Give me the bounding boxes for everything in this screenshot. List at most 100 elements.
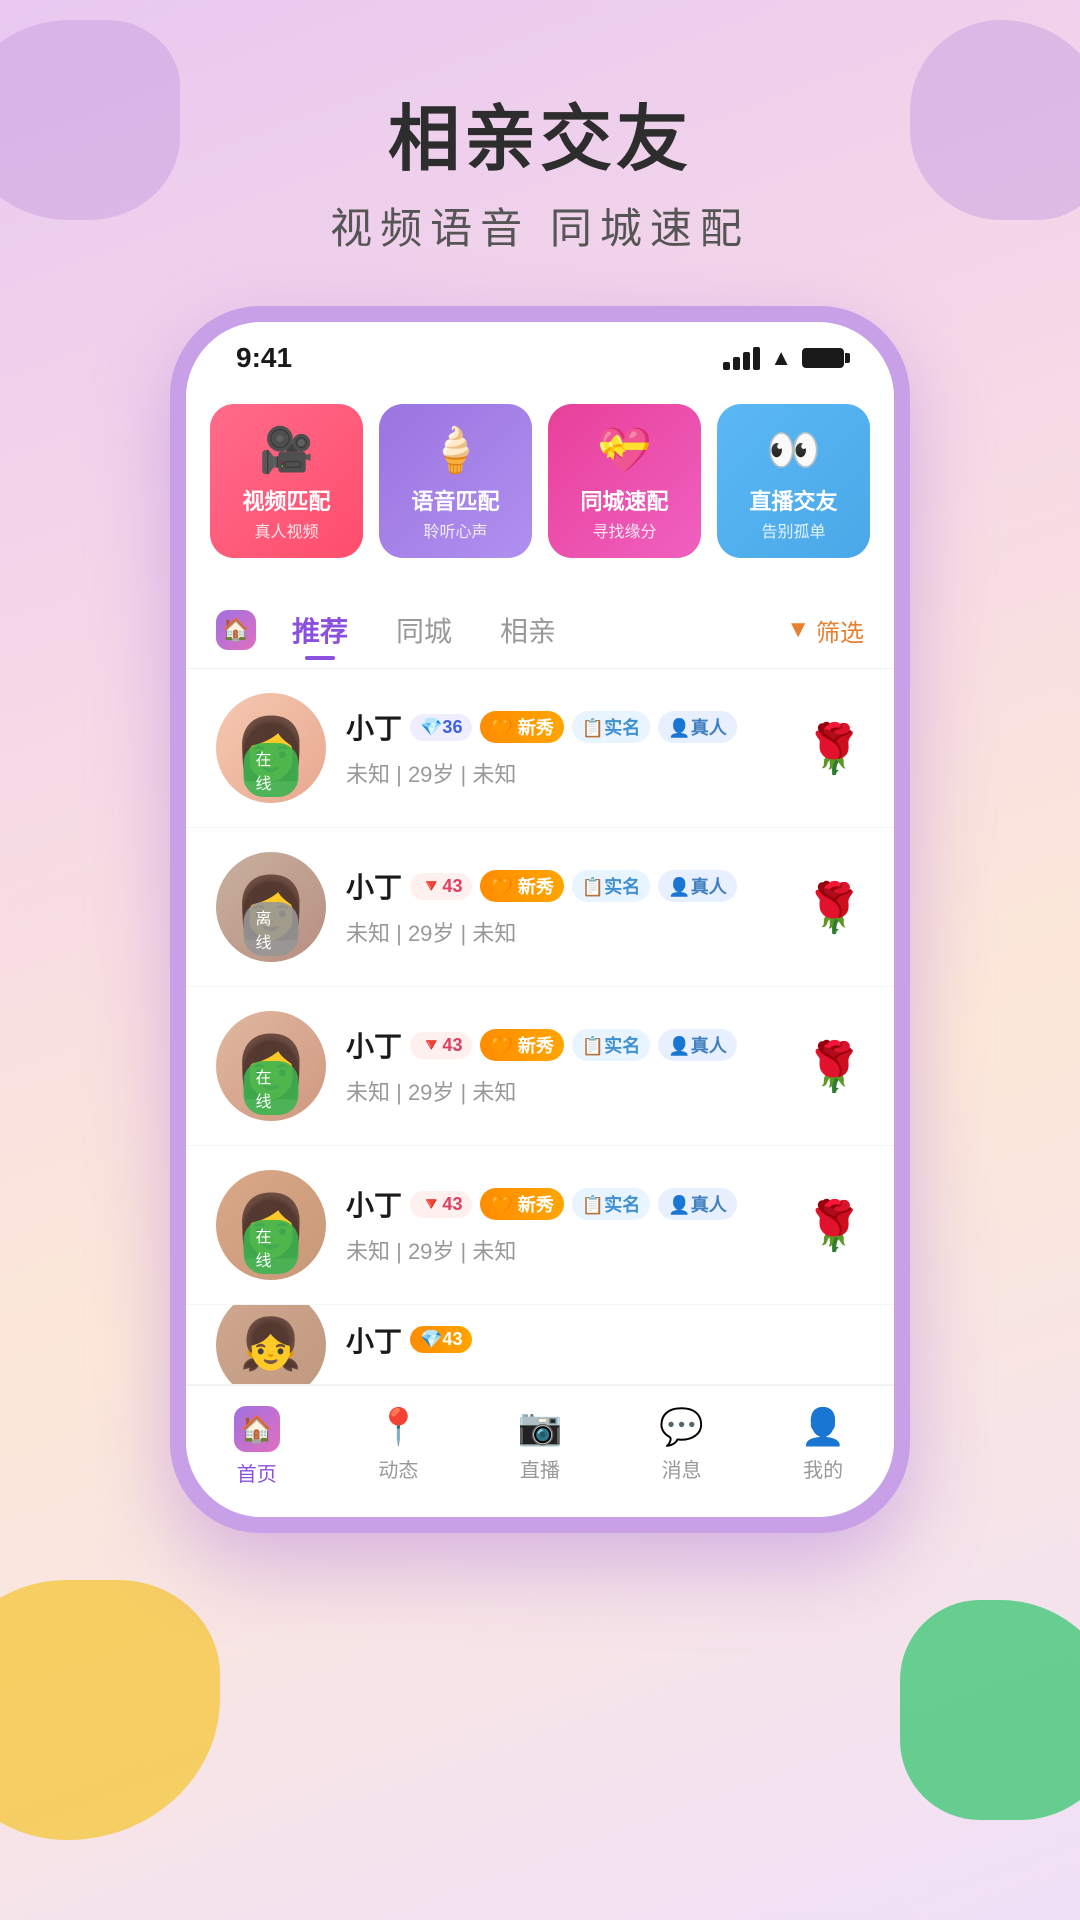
badge-diamond-4: 💎43 [410,1326,472,1353]
tab-matchmaking[interactable]: 相亲 [476,602,580,658]
feature-icon-local: 💝 [597,424,652,476]
nav-label-1: 动态 [378,1454,418,1483]
feature-card-voice[interactable]: 🍦 语音匹配 聆听心声 [379,404,532,558]
feature-title-voice: 语音匹配 [411,484,499,516]
avatar-wrap-2: 👩 在线 [216,1011,326,1121]
phone-inner: 9:41 ▲ 🎥 视频匹配 真人视频 🍦 [186,322,894,1517]
feature-grid: 🎥 视频匹配 真人视频 🍦 语音匹配 聆听心声 💝 同城速配 寻找缘分 👀 直播… [186,384,894,582]
app-content: 🎥 视频匹配 真人视频 🍦 语音匹配 聆听心声 💝 同城速配 寻找缘分 👀 直播… [186,384,894,1517]
status-dot-1: 离线 [244,902,299,956]
nav-label-4: 我的 [803,1454,843,1483]
filter-label: 筛选 [816,613,864,648]
filter-button[interactable]: ▼ 筛选 [786,613,864,648]
user-info-0: 小丁 💎36 🧡 新秀 📋实名 👤真人 未知 | 29岁 | 未知 [326,707,804,789]
header-title: 相亲交友 [0,80,1080,185]
nav-icon-2: 📷 [518,1406,563,1448]
user-name-row-2: 小丁 🔻43 🧡 新秀 📋实名 👤真人 [346,1025,784,1065]
feature-card-video[interactable]: 🎥 视频匹配 真人视频 [210,404,363,558]
feature-title-video: 视频匹配 [242,484,330,516]
user-list: 👩 在线 小丁 💎36 🧡 新秀 📋实名 👤真人 未知 | 29岁 | 未知 🌹… [186,669,894,1385]
bg-blob-bottom-right [900,1600,1080,1820]
nav-item-我的[interactable]: 👤 我的 [752,1406,894,1487]
user-info-3: 小丁 🔻43 🧡 新秀 📋实名 👤真人 未知 | 29岁 | 未知 [326,1184,804,1266]
nav-item-直播[interactable]: 📷 直播 [469,1406,611,1487]
user-meta-1: 未知 | 29岁 | 未知 [346,916,784,948]
nav-home-icon: 🏠 [234,1406,280,1452]
tab-local[interactable]: 同城 [372,602,476,658]
feature-icon-voice: 🍦 [428,424,483,476]
battery-icon [802,348,844,368]
wifi-icon: ▲ [770,345,792,371]
nav-icon-1: 📍 [376,1406,421,1448]
nav-item-动态[interactable]: 📍 动态 [328,1406,470,1487]
badge-newbie-3: 🧡 新秀 [480,1188,563,1220]
feature-card-live[interactable]: 👀 直播交友 告别孤单 [717,404,870,558]
rose-button-3[interactable]: 🌹 [804,1197,864,1254]
user-name-1: 小丁 [346,866,402,906]
header-subtitle: 视频语音 同城速配 [0,195,1080,256]
status-time: 9:41 [236,342,292,374]
feature-icon-live: 👀 [766,424,821,476]
nav-label-0: 首页 [237,1458,277,1487]
badge-realuser-2: 👤真人 [658,1029,736,1061]
user-item-2[interactable]: 👩 在线 小丁 🔻43 🧡 新秀 📋实名 👤真人 未知 | 29岁 | 未知 🌹 [186,987,894,1146]
user-item-4[interactable]: 👧 小丁 💎43 [186,1305,894,1385]
tab-recommended[interactable]: 推荐 [268,602,372,658]
rose-button-1[interactable]: 🌹 [804,879,864,936]
badge-realname-2: 📋实名 [572,1029,650,1061]
tabs-home-icon: 🏠 [216,610,256,650]
phone-outer: 9:41 ▲ 🎥 视频匹配 真人视频 🍦 [170,306,910,1533]
user-name-row-4: 小丁 💎43 [346,1320,844,1360]
user-info-4: 小丁 💎43 [326,1320,864,1370]
badge-level-0: 💎36 [410,714,472,741]
user-meta-3: 未知 | 29岁 | 未知 [346,1234,784,1266]
user-item-0[interactable]: 👩 在线 小丁 💎36 🧡 新秀 📋实名 👤真人 未知 | 29岁 | 未知 🌹 [186,669,894,828]
badge-level-3: 🔻43 [410,1191,472,1218]
avatar-wrap-3: 👩 在线 [216,1170,326,1280]
user-name-3: 小丁 [346,1184,402,1224]
user-item-1[interactable]: 👩 离线 小丁 🔻43 🧡 新秀 📋实名 👤真人 未知 | 29岁 | 未知 🌹 [186,828,894,987]
filter-icon: ▼ [786,616,810,644]
header-area: 相亲交友 视频语音 同城速配 [0,0,1080,296]
badge-realuser-3: 👤真人 [658,1188,736,1220]
signal-bars-icon [723,347,760,370]
user-name-0: 小丁 [346,707,402,747]
badge-realuser-0: 👤真人 [658,711,736,743]
badge-realname-1: 📋实名 [572,870,650,902]
badge-realuser-1: 👤真人 [658,870,736,902]
badge-newbie-0: 🧡 新秀 [480,711,563,743]
phone-wrapper: 9:41 ▲ 🎥 视频匹配 真人视频 🍦 [0,306,1080,1533]
nav-item-消息[interactable]: 💬 消息 [611,1406,753,1487]
nav-item-首页[interactable]: 🏠 首页 [186,1406,328,1487]
feature-card-local[interactable]: 💝 同城速配 寻找缘分 [548,404,701,558]
user-item-3[interactable]: 👩 在线 小丁 🔻43 🧡 新秀 📋实名 👤真人 未知 | 29岁 | 未知 🌹 [186,1146,894,1305]
feature-sub-local: 寻找缘分 [592,518,656,542]
status-dot-2: 在线 [244,1061,299,1115]
badge-level-2: 🔻43 [410,1032,472,1059]
nav-icon-4: 👤 [801,1406,846,1448]
status-dot-0: 在线 [244,743,299,797]
bottom-nav: 🏠 首页 📍 动态 📷 直播 💬 消息 👤 我的 [186,1385,894,1517]
badge-level-1: 🔻43 [410,873,472,900]
status-bar: 9:41 ▲ [186,322,894,384]
badge-newbie-2: 🧡 新秀 [480,1029,563,1061]
feature-sub-voice: 聆听心声 [423,518,487,542]
avatar-4: 👧 [216,1305,326,1385]
rose-button-0[interactable]: 🌹 [804,720,864,777]
user-name-row-1: 小丁 🔻43 🧡 新秀 📋实名 👤真人 [346,866,784,906]
user-name-row-3: 小丁 🔻43 🧡 新秀 📋实名 👤真人 [346,1184,784,1224]
feature-sub-video: 真人视频 [254,518,318,542]
rose-button-2[interactable]: 🌹 [804,1038,864,1095]
feature-title-live: 直播交友 [749,484,837,516]
nav-icon-3: 💬 [659,1406,704,1448]
feature-title-local: 同城速配 [580,484,668,516]
badge-realname-0: 📋实名 [572,711,650,743]
avatar-wrap-0: 👩 在线 [216,693,326,803]
feature-icon-video: 🎥 [259,424,314,476]
tabs-row: 🏠 推荐 同城 相亲 ▼ 筛选 [186,582,894,669]
user-name-2: 小丁 [346,1025,402,1065]
status-icons: ▲ [723,345,844,371]
bg-blob-bottom-left [0,1580,220,1840]
feature-sub-live: 告别孤单 [761,518,825,542]
avatar-wrap-1: 👩 离线 [216,852,326,962]
